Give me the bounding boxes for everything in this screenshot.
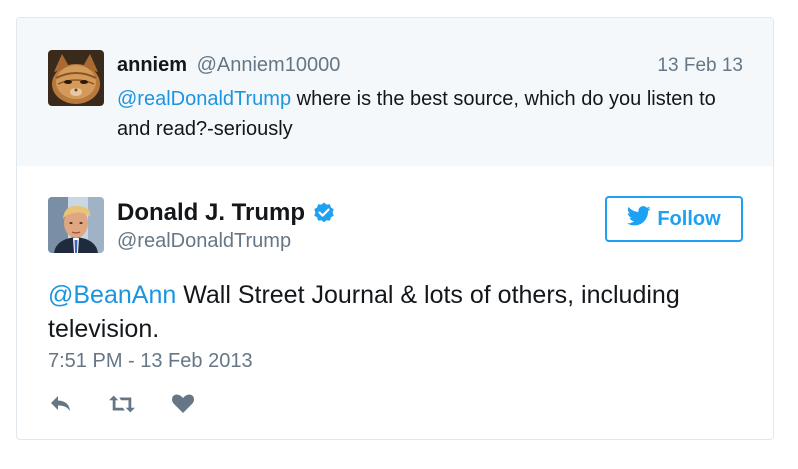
avatar[interactable] xyxy=(48,197,104,253)
tweet-text: @BeanAnn Wall Street Journal & lots of o… xyxy=(48,278,738,346)
author-handle[interactable]: @realDonaldTrump xyxy=(117,230,291,253)
mention-link[interactable]: @realDonaldTrump xyxy=(117,88,291,110)
retweet-button[interactable] xyxy=(109,392,135,416)
avatar[interactable] xyxy=(48,50,104,106)
reply-icon xyxy=(51,396,70,411)
heart-icon xyxy=(172,394,194,413)
tweet-actions xyxy=(48,392,196,416)
verified-badge-icon xyxy=(312,201,336,225)
retweet-icon xyxy=(109,395,135,413)
author-name[interactable]: Donald J. Trump xyxy=(117,199,336,227)
author-name-text: Donald J. Trump xyxy=(117,199,306,226)
embedded-tweet-card: anniem @Anniem10000 13 Feb 13 @realDonal… xyxy=(16,17,774,440)
reply-author: anniem @Anniem10000 xyxy=(117,54,340,77)
reply-text: @realDonaldTrump where is the best sourc… xyxy=(117,84,747,144)
follow-button-label: Follow xyxy=(657,207,721,230)
follow-button[interactable]: Follow xyxy=(605,196,743,242)
reply-context: anniem @Anniem10000 13 Feb 13 @realDonal… xyxy=(17,18,773,166)
mention-link[interactable]: @BeanAnn xyxy=(48,281,176,309)
reply-author-handle[interactable]: @Anniem10000 xyxy=(197,54,341,76)
reply-button[interactable] xyxy=(48,392,74,416)
tweet-timestamp[interactable]: 7:51 PM - 13 Feb 2013 xyxy=(48,350,253,373)
reply-date[interactable]: 13 Feb 13 xyxy=(657,55,743,77)
reply-author-name[interactable]: anniem xyxy=(117,54,187,76)
like-button[interactable] xyxy=(170,392,196,416)
twitter-bird-icon xyxy=(627,206,651,232)
